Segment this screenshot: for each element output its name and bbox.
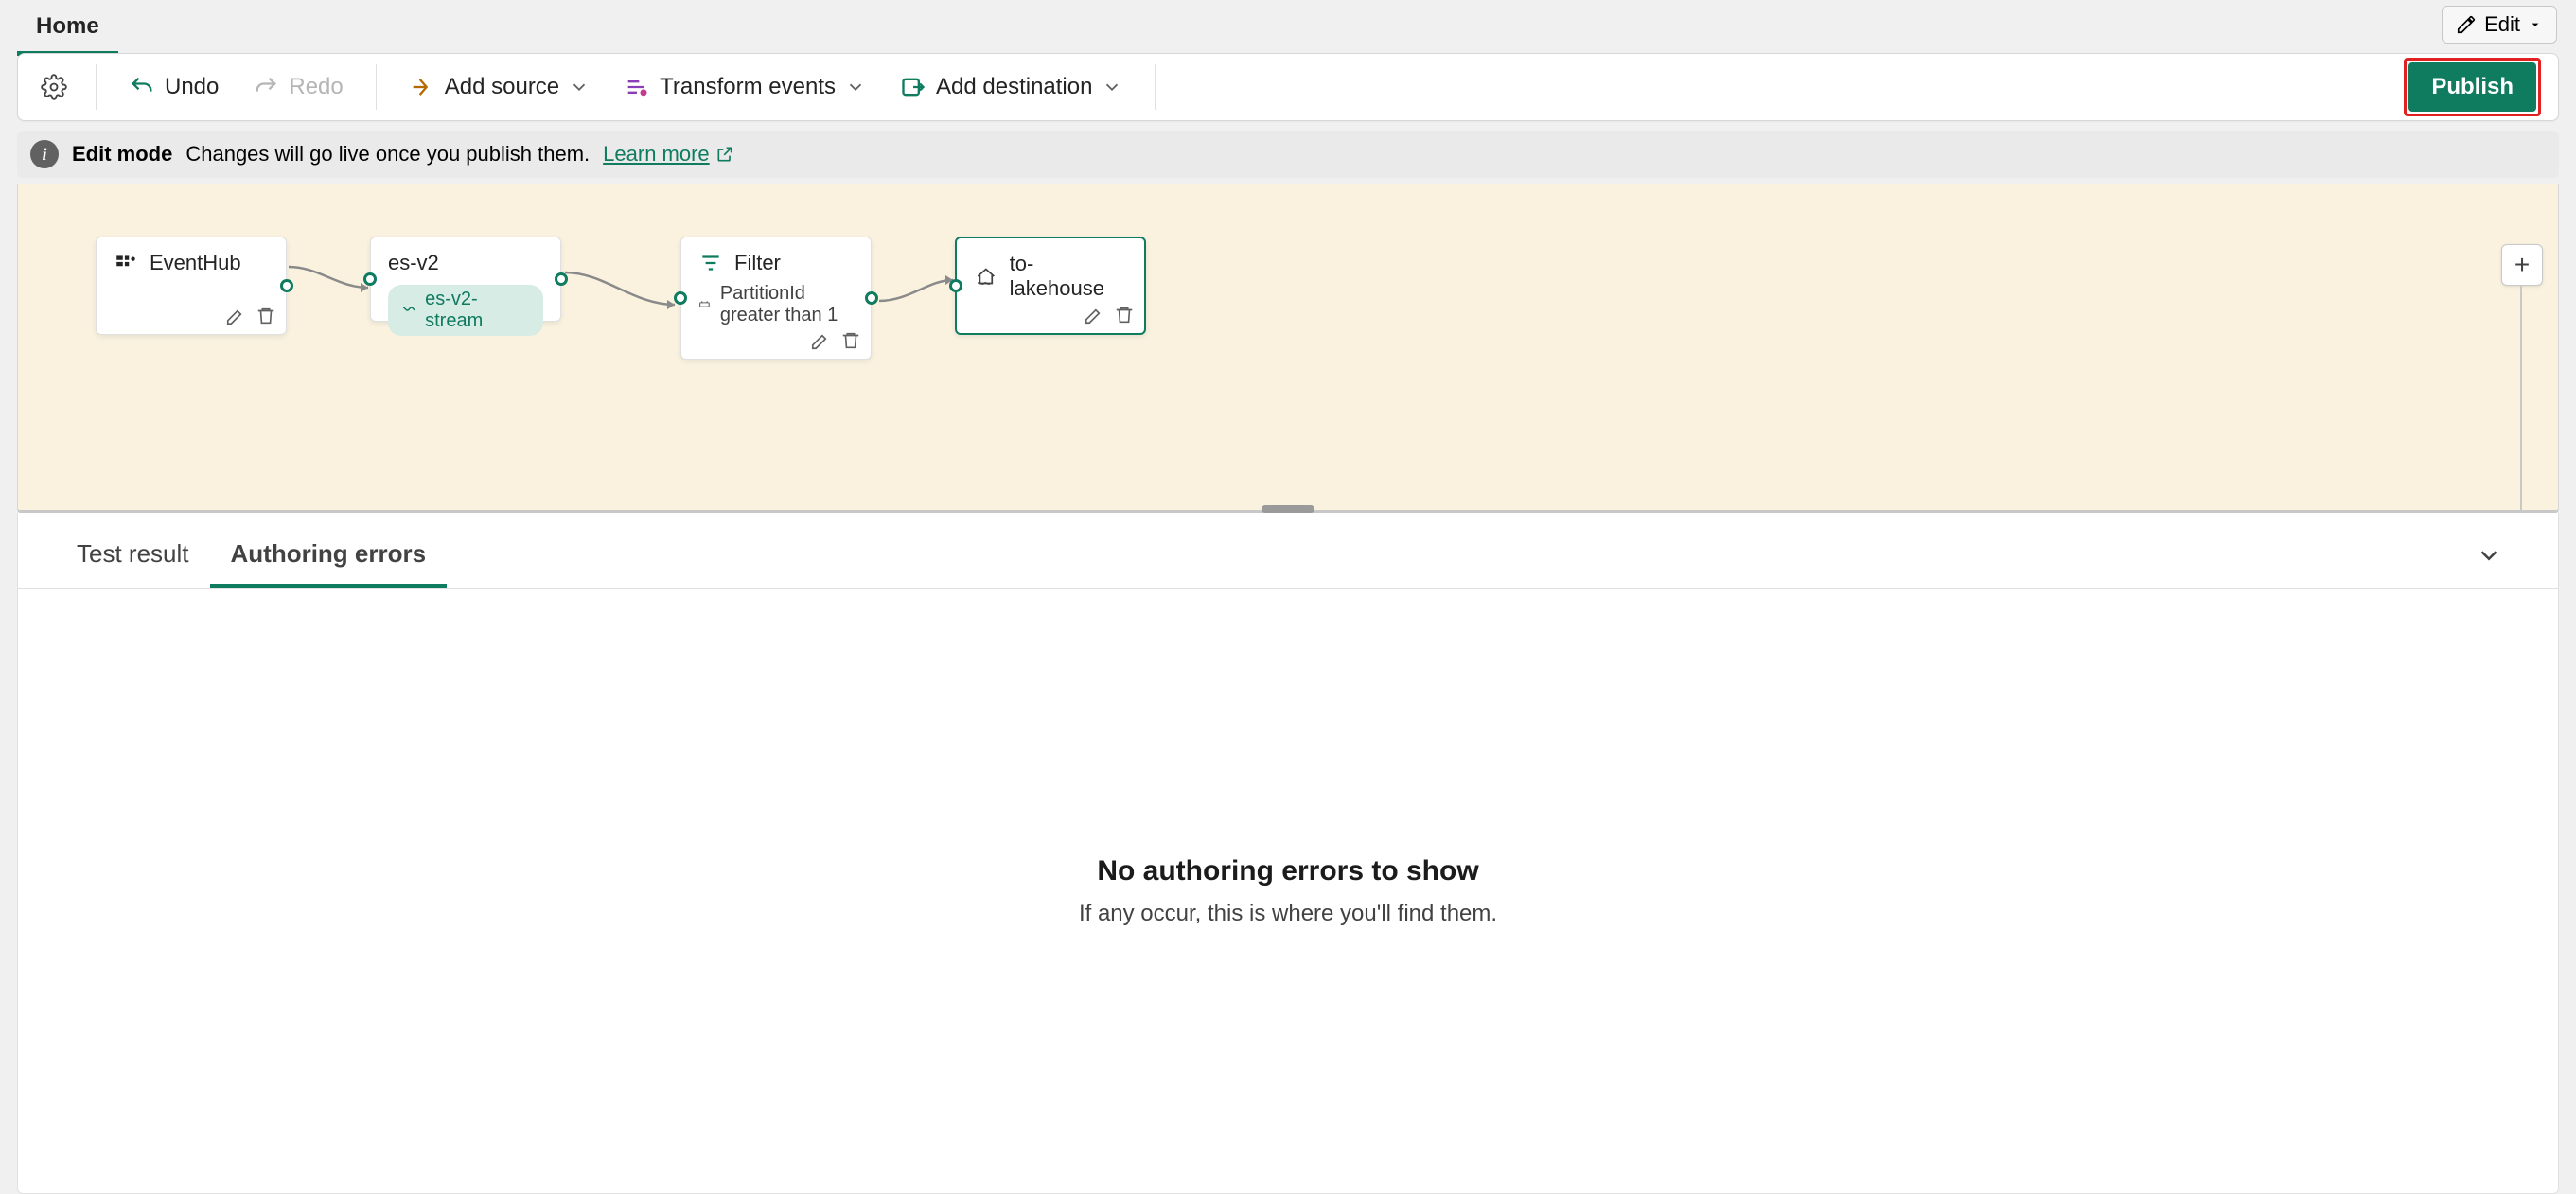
- infobar-message: Changes will go live once you publish th…: [185, 142, 590, 167]
- redo-button: Redo: [243, 68, 352, 106]
- caret-down-icon: [2528, 17, 2543, 32]
- panel-resize-grip[interactable]: [1262, 505, 1314, 513]
- port-in[interactable]: [674, 291, 687, 305]
- add-destination-button[interactable]: Add destination: [891, 68, 1132, 106]
- add-destination-icon: [900, 74, 926, 100]
- chevron-down-icon: [1102, 77, 1122, 97]
- publish-highlight: Publish: [2404, 58, 2541, 116]
- undo-icon: [129, 74, 155, 100]
- learn-more-label: Learn more: [603, 142, 710, 167]
- edit-menu-button[interactable]: Edit: [2442, 6, 2557, 44]
- port-out[interactable]: [555, 272, 568, 286]
- condition-icon: [698, 295, 711, 314]
- eventhub-icon: [114, 251, 138, 275]
- add-source-icon: [409, 74, 435, 100]
- pencil-icon[interactable]: [1084, 305, 1104, 325]
- panel-collapse-button[interactable]: [2467, 534, 2511, 582]
- transform-events-button[interactable]: Transform events: [614, 68, 875, 106]
- tab-authoring-errors[interactable]: Authoring errors: [210, 526, 448, 588]
- node-stream-esv2[interactable]: es-v2 es-v2-stream: [370, 237, 561, 322]
- chevron-down-icon: [2475, 541, 2503, 570]
- tab-home[interactable]: Home: [17, 0, 118, 56]
- pencil-icon[interactable]: [810, 330, 831, 351]
- chevron-down-icon: [845, 77, 866, 97]
- trash-icon[interactable]: [1114, 305, 1135, 325]
- trash-icon[interactable]: [840, 330, 861, 351]
- chevron-down-icon: [569, 77, 590, 97]
- redo-label: Redo: [289, 74, 343, 100]
- gear-icon: [41, 74, 67, 100]
- stream-chip: es-v2-stream: [388, 285, 543, 336]
- node-source-title: EventHub: [150, 251, 241, 275]
- stream-chip-label: es-v2-stream: [425, 289, 530, 332]
- add-destination-label: Add destination: [936, 74, 1092, 100]
- port-out[interactable]: [280, 279, 293, 292]
- edit-menu-label: Edit: [2484, 12, 2520, 37]
- lakehouse-icon: [974, 264, 998, 289]
- add-source-button[interactable]: Add source: [399, 68, 599, 106]
- panel-tabs: Test result Authoring errors: [18, 513, 2558, 589]
- node-stream-title: es-v2: [388, 251, 439, 275]
- port-in[interactable]: [949, 279, 962, 292]
- node-filter[interactable]: Filter PartitionId greater than 1: [680, 237, 872, 360]
- trash-icon[interactable]: [256, 306, 276, 326]
- publish-button[interactable]: Publish: [2408, 62, 2536, 112]
- flow-canvas[interactable]: EventHub es-v2 es-v2-stream Fil: [17, 184, 2559, 513]
- empty-title: No authoring errors to show: [1097, 855, 1478, 887]
- stream-icon: [401, 302, 417, 319]
- external-link-icon: [715, 145, 734, 164]
- add-source-label: Add source: [445, 74, 559, 100]
- toolbar: Undo Redo Add source Transform events Ad…: [17, 53, 2559, 121]
- node-filter-title: Filter: [734, 251, 781, 275]
- empty-subtitle: If any occur, this is where you'll find …: [1079, 901, 1497, 927]
- filter-icon: [698, 251, 723, 275]
- pencil-icon: [2456, 14, 2477, 35]
- edge-stream-filter: [557, 265, 690, 312]
- pencil-icon[interactable]: [225, 306, 246, 326]
- edit-mode-infobar: i Edit mode Changes will go live once yo…: [17, 131, 2559, 178]
- port-in[interactable]: [363, 272, 377, 286]
- node-dest-title: to-lakehouse: [1010, 252, 1127, 301]
- transform-icon: [624, 74, 650, 100]
- add-node-button[interactable]: +: [2501, 244, 2543, 286]
- node-source-eventhub[interactable]: EventHub: [96, 237, 287, 335]
- learn-more-link[interactable]: Learn more: [603, 142, 734, 167]
- canvas-guideline: [2520, 286, 2522, 513]
- node-filter-condition: PartitionId greater than 1: [720, 283, 854, 326]
- redo-icon: [253, 74, 279, 100]
- transform-label: Transform events: [660, 74, 836, 100]
- tab-test-result[interactable]: Test result: [56, 526, 210, 588]
- panel-body-empty: No authoring errors to show If any occur…: [18, 589, 2558, 1193]
- undo-label: Undo: [165, 74, 219, 100]
- node-destination-lakehouse[interactable]: to-lakehouse: [955, 237, 1146, 335]
- port-out[interactable]: [865, 291, 878, 305]
- settings-button[interactable]: [35, 68, 73, 106]
- info-icon: i: [30, 140, 59, 168]
- undo-button[interactable]: Undo: [119, 68, 228, 106]
- infobar-mode: Edit mode: [72, 142, 172, 167]
